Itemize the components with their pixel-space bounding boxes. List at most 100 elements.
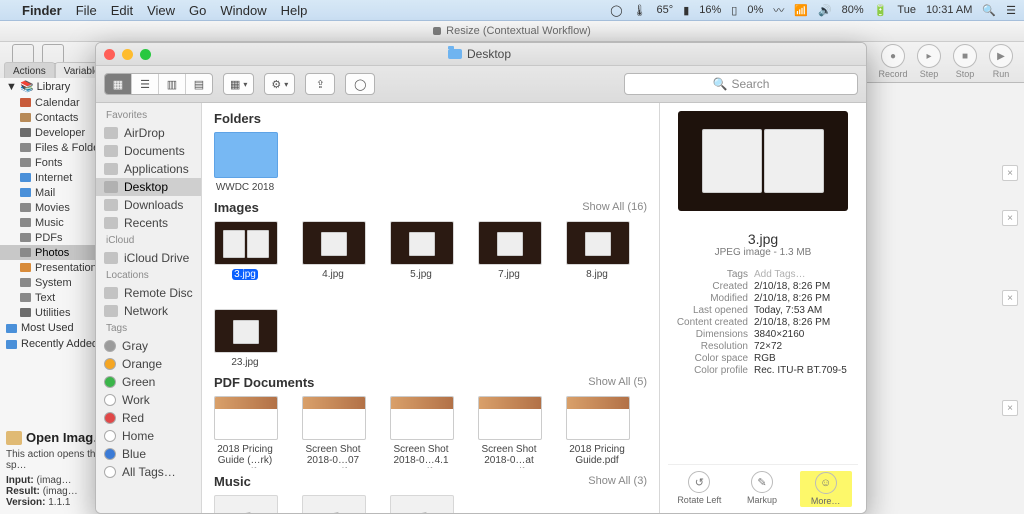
preview-image[interactable] [678,111,848,211]
view-icon-button[interactable]: ▦ [105,74,132,94]
library-item-developer[interactable]: Developer [0,125,106,140]
file-item[interactable]: 2018 Pricing Guide (…rk) 5.pdf [214,396,276,468]
file-item[interactable]: 8.jpg [566,221,628,284]
menu-file[interactable]: File [76,3,97,18]
menubar-search-icon[interactable]: 🔍 [982,4,996,17]
library-item-internet[interactable]: Internet [0,170,106,185]
sidebar-tag-orange[interactable]: Orange [96,355,201,373]
finder-titlebar[interactable]: Desktop [96,43,866,66]
library-item-mail[interactable]: Mail [0,185,106,200]
sidebar-item-applications[interactable]: Applications [96,160,201,178]
category-icon [20,203,31,212]
menu-view[interactable]: View [147,3,175,18]
view-list-button[interactable]: ☰ [132,74,159,94]
sidebar-item-recents[interactable]: Recents [96,214,201,232]
file-item[interactable]: ♫bridesmaid [390,495,452,514]
file-item[interactable]: 2018 Pricing Guide.pdf [566,396,628,468]
category-icon [20,98,31,107]
sidebar-item-icloud-drive[interactable]: iCloud Drive [96,249,201,267]
arrange-by-button[interactable]: ▦ ▾ [223,73,254,95]
menubar-extra-icon[interactable]: ◯ [610,4,622,17]
preview-action-rotate-left[interactable]: ↺Rotate Left [674,471,724,507]
library-item-movies[interactable]: Movies [0,200,106,215]
menubar-volume-icon[interactable]: 🔊 [818,4,832,17]
menubar-battery3-icon[interactable]: 🔋 [874,4,888,17]
file-item[interactable]: 23.jpg [214,309,276,369]
tags-button[interactable]: ◯ [345,73,375,95]
minimize-window-button[interactable] [122,49,133,60]
menubar-battery2-icon[interactable]: ▯ [731,4,737,17]
menubar-temp-icon[interactable]: 🌡 [633,4,647,17]
library-item-music[interactable]: Music [0,215,106,230]
file-item[interactable]: Screen Shot 2018-0…07 at .pdf [302,396,364,468]
search-input[interactable]: 🔍Search [624,73,858,95]
file-item[interactable]: Screen Shot 2018-0…4.1 2.pdf [390,396,452,468]
library-item-system[interactable]: System [0,275,106,290]
share-button[interactable]: ⇪ [305,73,335,95]
pdf-thumbnail [566,396,630,440]
file-item[interactable]: ♫First Dance.mp3 [214,495,276,514]
library-item-fonts[interactable]: Fonts [0,155,106,170]
library-most-used[interactable]: Most Used [0,320,106,336]
image-thumbnail [390,221,454,265]
show-all-music[interactable]: Show All (3) [588,475,647,487]
library-root[interactable]: ▼ 📚 Library [0,78,106,95]
menubar-battery1-icon[interactable]: ▮ [683,4,689,17]
workflow-action-close-4[interactable]: × [1002,400,1018,416]
finder-content[interactable]: Folders WWDC 2018 ImagesShow All (16) 3.… [202,103,659,513]
library-item-presentations[interactable]: Presentations [0,260,106,275]
automator-run-button[interactable]: ▶Run [986,44,1016,79]
automator-step-button[interactable]: ▸Step [914,44,944,79]
menubar-notification-icon[interactable]: ☰ [1006,4,1016,17]
sidebar-item-documents[interactable]: Documents [96,142,201,160]
automator-record-button[interactable]: ●Record [878,44,908,79]
menu-help[interactable]: Help [281,3,308,18]
preview-action-more-[interactable]: ☺More… [800,471,852,507]
sidebar-tag-red[interactable]: Red [96,409,201,427]
sidebar-tag-home[interactable]: Home [96,427,201,445]
preview-action-markup[interactable]: ✎Markup [737,471,787,507]
file-item[interactable]: 5.jpg [390,221,452,284]
library-item-utilities[interactable]: Utilities [0,305,106,320]
sidebar-tag-work[interactable]: Work [96,391,201,409]
action-menu-button[interactable]: ⚙ ▾ [264,73,295,95]
menu-edit[interactable]: Edit [111,3,133,18]
workflow-action-close-1[interactable]: × [1002,165,1018,181]
menubar-wifi-icon[interactable]: 📶 [794,4,808,17]
sidebar-item-network[interactable]: Network [96,302,201,320]
workflow-action-close-3[interactable]: × [1002,290,1018,306]
close-window-button[interactable] [104,49,115,60]
library-item-photos[interactable]: Photos [0,245,106,260]
file-item[interactable]: 3.jpg [214,221,276,284]
file-item[interactable]: Screen Shot 2018-0…at 4.1.pdf [478,396,540,468]
library-item-files-folders[interactable]: Files & Folders [0,140,106,155]
app-name[interactable]: Finder [22,3,62,18]
workflow-action-close-2[interactable]: × [1002,210,1018,226]
show-all-images[interactable]: Show All (16) [582,201,647,213]
sidebar-tag-blue[interactable]: Blue [96,445,201,463]
menubar-activity-icon[interactable]: 〰 [773,2,784,18]
library-item-calendar[interactable]: Calendar [0,95,106,110]
sidebar-tag-all-tags-[interactable]: All Tags… [96,463,201,481]
file-item[interactable]: WWDC 2018 [214,132,276,194]
view-gallery-button[interactable]: ▤ [186,74,212,94]
show-all-pdfs[interactable]: Show All (5) [588,376,647,388]
library-recently-added[interactable]: Recently Added [0,336,106,352]
library-item-pdfs[interactable]: PDFs [0,230,106,245]
zoom-window-button[interactable] [140,49,151,60]
sidebar-tag-green[interactable]: Green [96,373,201,391]
sidebar-item-desktop[interactable]: Desktop [96,178,201,196]
sidebar-item-remote-disc[interactable]: Remote Disc [96,284,201,302]
sidebar-item-airdrop[interactable]: AirDrop [96,124,201,142]
view-column-button[interactable]: ▥ [159,74,186,94]
file-item[interactable]: 4.jpg [302,221,364,284]
menu-window[interactable]: Window [220,3,266,18]
menu-go[interactable]: Go [189,3,206,18]
preview-row[interactable]: TagsAdd Tags… [668,268,858,280]
library-item-contacts[interactable]: Contacts [0,110,106,125]
sidebar-tag-gray[interactable]: Gray [96,337,201,355]
file-item[interactable]: ♫Walk down the … [302,495,364,514]
file-item[interactable]: 7.jpg [478,221,540,284]
library-item-text[interactable]: Text [0,290,106,305]
sidebar-item-downloads[interactable]: Downloads [96,196,201,214]
